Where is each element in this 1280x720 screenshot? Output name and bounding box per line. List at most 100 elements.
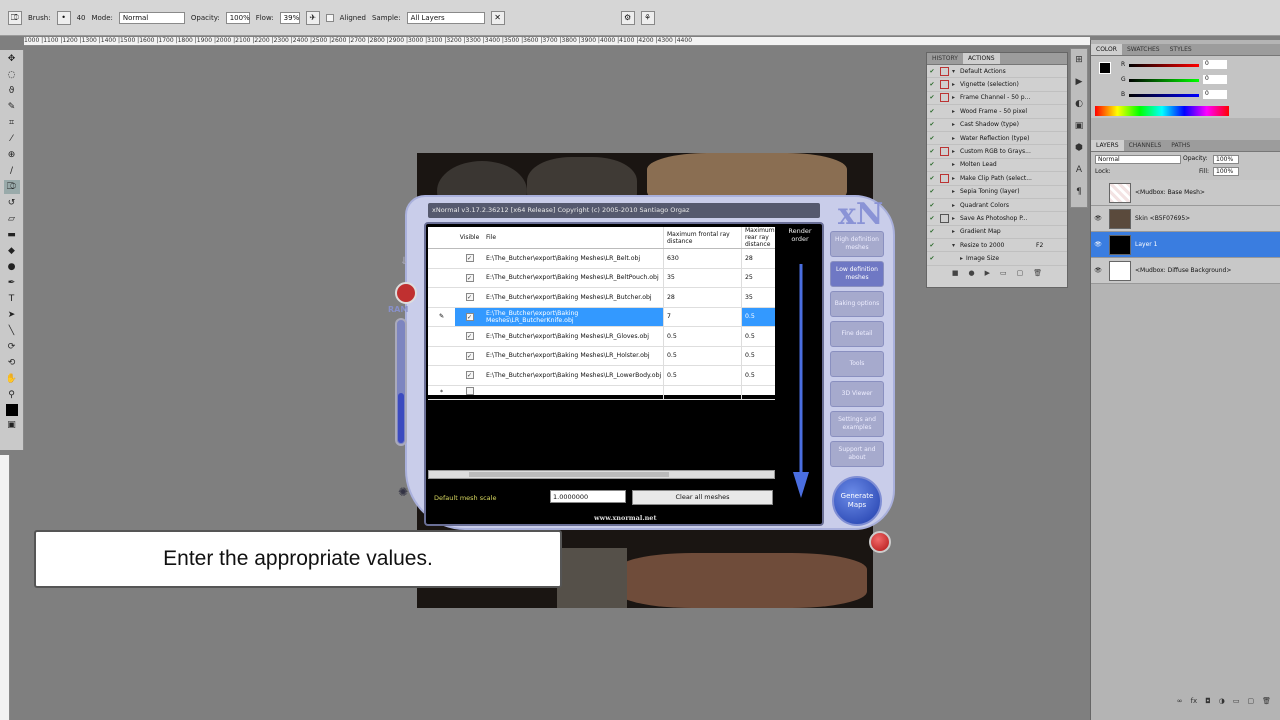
hand-tool-icon[interactable]: ✋ xyxy=(4,372,20,386)
eye-icon[interactable]: 👁 xyxy=(1091,241,1105,248)
b-value[interactable]: 0 xyxy=(1203,90,1227,99)
table-row[interactable]: ✓ E:\The_Butcher\export\Baking Meshes\LR… xyxy=(428,288,775,308)
action-item[interactable]: ✔ ▸ Custom RGB to Grays... xyxy=(927,145,1067,159)
character-dock-icon[interactable]: A xyxy=(1071,159,1087,181)
b-slider[interactable] xyxy=(1129,94,1199,97)
table-horizontal-scrollbar[interactable] xyxy=(428,470,775,479)
action-item[interactable]: ✔ ▸ Make Clip Path (select... xyxy=(927,172,1067,186)
visible-checkbox[interactable]: ✓ xyxy=(465,273,474,282)
history-brush-tool-icon[interactable]: ↺ xyxy=(4,196,20,210)
action-item[interactable]: ✔ ▸ Frame Channel - 50 p... xyxy=(927,92,1067,106)
action-item[interactable]: ✔ ▸ Vignette (selection) xyxy=(927,78,1067,92)
file-cell[interactable]: E:\The_Butcher\export\Baking Meshes\LR_B… xyxy=(484,310,663,324)
generate-maps-button[interactable]: Generate Maps xyxy=(832,476,882,526)
visible-checkbox[interactable]: ✓ xyxy=(465,371,474,380)
actions-dock-icon[interactable]: ▶ xyxy=(1071,71,1087,93)
tab-swatches[interactable]: Swatches xyxy=(1122,44,1165,55)
action-item[interactable]: ✔ ▸ Water Reflection (type) xyxy=(927,132,1067,146)
marquee-tool-icon[interactable]: ◌ xyxy=(4,68,20,82)
delete-action-icon[interactable]: 🗑 xyxy=(1033,269,1042,277)
tab-paths[interactable]: Paths xyxy=(1166,140,1195,151)
rear-ray-cell[interactable]: 25 xyxy=(741,268,775,287)
adjustment-layer-icon[interactable]: ◑ xyxy=(1219,697,1225,705)
clone-source-icon[interactable]: ⚙ xyxy=(620,10,635,25)
adjustments-dock-icon[interactable]: ◐ xyxy=(1071,93,1087,115)
action-item[interactable]: ✔ ▸ Molten Lead xyxy=(927,159,1067,173)
visible-checkbox[interactable]: ✓ xyxy=(465,254,474,263)
masks-dock-icon[interactable]: ▣ xyxy=(1071,115,1087,137)
3d-dock-icon[interactable]: ⬢ xyxy=(1071,137,1087,159)
layer-mask-icon[interactable]: ◘ xyxy=(1205,697,1211,705)
rear-ray-cell[interactable]: 0.5 xyxy=(741,327,775,346)
column-front-ray[interactable]: Maximum frontal ray distance xyxy=(663,227,741,248)
gradient-tool-icon[interactable]: ▬ xyxy=(4,228,20,242)
front-ray-cell-editing[interactable]: 7 xyxy=(663,307,741,326)
foreground-color-swatch[interactable] xyxy=(5,404,18,416)
action-step[interactable]: ✔ ▸ Image Size xyxy=(927,252,1067,266)
new-group-icon[interactable]: ▭ xyxy=(1233,697,1240,705)
action-item[interactable]: ✔ ▸ Sepia Toning (layer) xyxy=(927,186,1067,199)
stop-icon[interactable] xyxy=(395,282,417,304)
color-ramp[interactable] xyxy=(1095,106,1229,116)
layer-opacity-field[interactable]: 100% xyxy=(1213,155,1239,164)
eye-icon[interactable]: 👁 xyxy=(1091,267,1105,274)
action-item[interactable]: ✔ ▸ Gradient Map xyxy=(927,226,1067,240)
front-ray-cell[interactable]: 0.5 xyxy=(663,346,741,365)
action-set[interactable]: ✔ ▾ Default Actions xyxy=(927,65,1067,79)
aligned-checkbox[interactable] xyxy=(325,13,334,22)
table-row[interactable]: ✓ E:\The_Butcher\export\Baking Meshes\LR… xyxy=(428,327,775,347)
play-action-icon[interactable]: ▶ xyxy=(985,269,990,277)
eyedropper-tool-icon[interactable]: ⁄ xyxy=(4,132,20,146)
r-slider[interactable] xyxy=(1129,64,1199,67)
r-value[interactable]: 0 xyxy=(1203,60,1227,69)
dodge-tool-icon[interactable]: ● xyxy=(4,260,20,274)
rear-ray-cell[interactable]: 0.5 xyxy=(741,366,775,385)
airbrush-icon[interactable]: ✈ xyxy=(305,10,320,25)
zoom-tool-icon[interactable]: ⚲ xyxy=(4,388,20,402)
tab-styles[interactable]: Styles xyxy=(1165,44,1197,55)
healing-brush-tool-icon[interactable]: ⊕ xyxy=(4,148,20,162)
table-row[interactable]: ✓ E:\The_Butcher\export\Baking Meshes\LR… xyxy=(428,268,775,288)
blur-tool-icon[interactable]: ◆ xyxy=(4,244,20,258)
mesh-scale-input[interactable]: 1.0000000 xyxy=(550,490,626,503)
layer-row-selected[interactable]: 👁 Layer 1 xyxy=(1091,232,1280,258)
front-ray-cell[interactable]: 35 xyxy=(663,268,741,287)
tools-button[interactable]: Tools xyxy=(830,351,884,377)
action-item[interactable]: ✔ ▸ Wood Frame - 50 pixel xyxy=(927,105,1067,119)
3d-orbit-tool-icon[interactable]: ⟲ xyxy=(4,356,20,370)
table-new-row[interactable]: * xyxy=(428,385,775,400)
column-visible[interactable]: Visible xyxy=(455,234,484,241)
crop-tool-icon[interactable]: ⌗ xyxy=(4,116,20,130)
tab-actions[interactable]: Actions xyxy=(962,53,1000,64)
table-row[interactable]: ✓ E:\The_Butcher\export\Baking Meshes\LR… xyxy=(428,366,775,386)
file-cell[interactable]: E:\The_Butcher\export\Baking Meshes\LR_B… xyxy=(484,274,663,281)
tab-layers[interactable]: Layers xyxy=(1091,140,1124,151)
new-action-icon[interactable]: ▢ xyxy=(1017,269,1024,277)
rear-ray-cell[interactable]: 0.5 xyxy=(741,307,775,326)
lasso-tool-icon[interactable]: ϑ xyxy=(4,84,20,98)
3d-viewer-button[interactable]: 3D Viewer xyxy=(830,381,884,407)
front-ray-cell[interactable]: 0.5 xyxy=(663,327,741,346)
rear-ray-cell[interactable]: 28 xyxy=(741,249,775,268)
visible-checkbox[interactable]: ✓ xyxy=(465,293,474,302)
file-cell[interactable]: E:\The_Butcher\export\Baking Meshes\LR_L… xyxy=(484,372,663,379)
quick-mask-icon[interactable]: ▣ xyxy=(4,418,20,432)
visible-checkbox-new[interactable] xyxy=(465,387,474,395)
file-cell[interactable]: E:\The_Butcher\export\Baking Meshes\LR_B… xyxy=(484,294,663,301)
g-value[interactable]: 0 xyxy=(1203,75,1227,84)
opacity-field[interactable]: 100% xyxy=(225,11,250,24)
table-row[interactable]: ✓ E:\The_Butcher\export\Baking Meshes\LR… xyxy=(428,346,775,366)
column-rear-ray[interactable]: Maximum rear ray distance xyxy=(741,227,775,248)
history-dock-icon[interactable]: ⊞ xyxy=(1071,49,1087,71)
stop-action-icon[interactable]: ■ xyxy=(952,269,959,277)
clear-all-meshes-button[interactable]: Clear all meshes xyxy=(632,490,773,505)
quick-select-tool-icon[interactable]: ✎ xyxy=(4,100,20,114)
file-cell[interactable]: E:\The_Butcher\export\Baking Meshes\LR_B… xyxy=(484,255,663,262)
action-item[interactable]: ✔ ▸ Save As Photoshop P... xyxy=(927,212,1067,226)
action-item[interactable]: ✔ ▸ Quadrant Colors xyxy=(927,199,1067,213)
brush-tool-icon[interactable]: ∕ xyxy=(4,164,20,178)
table-row-selected[interactable]: ✎ ✓ E:\The_Butcher\export\Baking Meshes\… xyxy=(428,307,775,327)
clone-stamp-tool-icon-selected[interactable]: ⎄ xyxy=(3,180,20,194)
xnormal-website[interactable]: www.xnormal.net xyxy=(594,514,656,522)
brush-preset-picker[interactable]: • xyxy=(56,10,71,25)
